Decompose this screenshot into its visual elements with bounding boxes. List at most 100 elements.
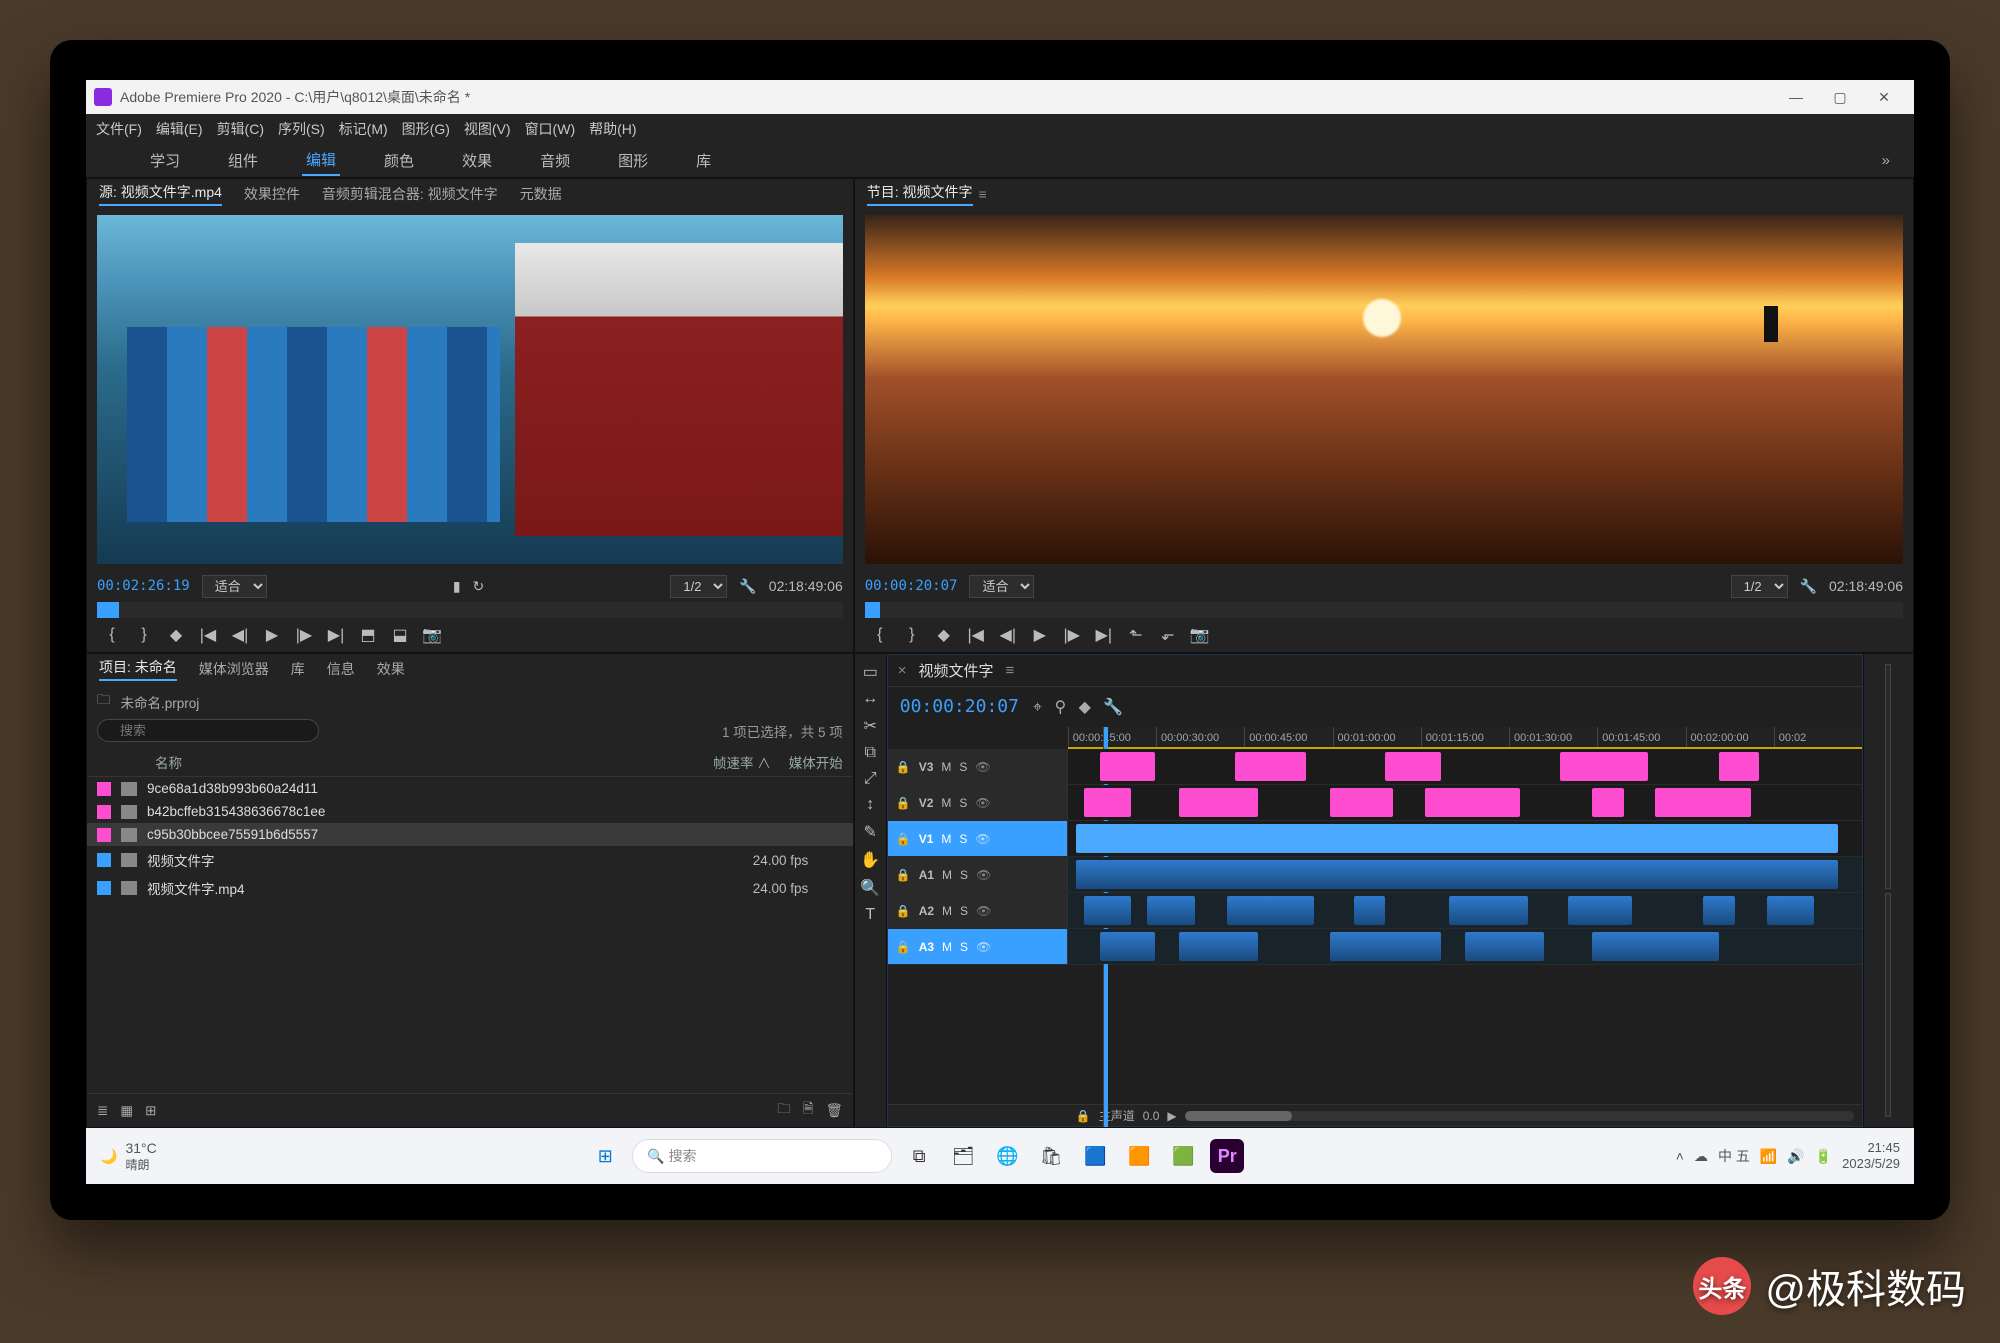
lock-icon[interactable] [896, 832, 911, 846]
new-bin-icon[interactable]: 🗀 [777, 1099, 791, 1122]
source-ratio-select[interactable]: 1/2 [670, 575, 727, 598]
taskbar-search[interactable]: 🔍 搜索 [632, 1139, 892, 1173]
clip[interactable] [1655, 788, 1750, 817]
maximize-button[interactable]: ▢ [1818, 89, 1862, 106]
mute-icon[interactable]: M [942, 868, 952, 882]
marker-icon[interactable]: ◆ [1079, 699, 1091, 716]
clip[interactable] [1330, 788, 1394, 817]
source-tab[interactable]: 效果控件 [244, 184, 300, 204]
taskbar-weather[interactable]: 🌙 31°C 晴朗 [100, 1140, 157, 1173]
timeline-tool[interactable]: ⤢ [864, 770, 877, 788]
marker-icon[interactable]: ◆ [933, 625, 955, 645]
project-tab[interactable]: 项目: 未命名 [99, 657, 177, 681]
clip[interactable] [1227, 896, 1314, 925]
workspace-tab[interactable]: 音频 [536, 146, 574, 175]
program-ratio-select[interactable]: 1/2 [1731, 575, 1788, 598]
track-header[interactable]: A1MS [888, 857, 1068, 892]
system-tray[interactable]: ˄ ☁ 中 五 📶 🔊 🔋 21:45 2023/5/29 [1676, 1140, 1900, 1171]
clip[interactable] [1084, 896, 1132, 925]
go-in-icon[interactable]: |◀ [197, 625, 219, 645]
solo-icon[interactable]: S [960, 868, 968, 882]
lock-icon[interactable] [896, 904, 911, 918]
timeline-hscroll[interactable] [1185, 1111, 1854, 1121]
source-tab[interactable]: 音频剪辑混合器: 视频文件字 [322, 184, 498, 204]
solo-icon[interactable]: S [959, 760, 967, 774]
lift-icon[interactable]: ⬑ [1125, 625, 1147, 645]
minimize-button[interactable]: — [1774, 89, 1818, 105]
clip[interactable] [1425, 788, 1520, 817]
wrench-icon[interactable]: 🔧 [739, 578, 756, 595]
tray-chevron-icon[interactable]: ˄ [1676, 1148, 1684, 1164]
track-lane[interactable] [1068, 929, 1862, 964]
eye-icon[interactable] [975, 832, 990, 846]
tray-battery-icon[interactable]: 🔋 [1815, 1148, 1832, 1165]
track-lane[interactable] [1068, 857, 1862, 892]
clip[interactable] [1465, 932, 1544, 961]
workspace-tab[interactable]: 学习 [146, 146, 184, 175]
mark-in-icon[interactable]: { [869, 626, 891, 644]
timeline-tool[interactable]: ⧉ [865, 744, 876, 762]
tray-wifi-icon[interactable]: 📶 [1760, 1148, 1777, 1165]
project-search-input[interactable] [97, 719, 319, 742]
mute-icon[interactable]: M [941, 760, 951, 774]
mute-icon[interactable]: M [941, 832, 951, 846]
insert-icon[interactable]: ⬒ [357, 625, 379, 645]
icon-view-icon[interactable]: ▦ [120, 1103, 133, 1119]
timeline-tool[interactable]: ↔ [862, 690, 878, 708]
new-item-icon[interactable]: 🗎 [803, 1099, 814, 1122]
lock-icon[interactable] [896, 796, 911, 810]
col-fps[interactable]: 帧速率 ∧ [713, 752, 771, 772]
menu-item[interactable]: 窗口(W) [525, 119, 576, 139]
mark-out-icon[interactable]: } [133, 626, 155, 644]
clip[interactable] [1076, 824, 1838, 853]
clip[interactable] [1568, 896, 1632, 925]
eye-icon[interactable] [975, 760, 990, 774]
export-frame-icon[interactable]: 📷 [421, 625, 443, 645]
sequence-menu-icon[interactable]: ≡ [1006, 662, 1015, 679]
clip[interactable] [1235, 752, 1306, 781]
clip[interactable] [1100, 932, 1156, 961]
marker-icon[interactable]: ◆ [165, 625, 187, 645]
track-header[interactable]: A2MS [888, 893, 1068, 928]
clip[interactable] [1100, 752, 1156, 781]
clip[interactable] [1076, 860, 1838, 889]
program-scrubber[interactable] [865, 602, 1903, 618]
timeline-tool[interactable]: T [865, 906, 875, 924]
lock-icon[interactable]: 🔒 [1076, 1109, 1091, 1123]
track-lane[interactable] [1068, 785, 1862, 820]
menu-item[interactable]: 序列(S) [278, 119, 325, 139]
menu-item[interactable]: 文件(F) [96, 119, 142, 139]
task-view-icon[interactable]: ⧉ [902, 1139, 936, 1173]
track-header[interactable]: V1MS [888, 821, 1068, 856]
project-row[interactable]: 视频文件字24.00 fps [87, 846, 853, 874]
app-icon-3[interactable]: 🟩 [1166, 1139, 1200, 1173]
timeline-tool[interactable]: 🔍 [860, 878, 880, 898]
explorer-icon[interactable]: 🗂 [946, 1139, 980, 1173]
mark-out-icon[interactable]: } [901, 626, 923, 644]
clip[interactable] [1084, 788, 1132, 817]
tray-onedrive-icon[interactable]: ☁ [1694, 1148, 1708, 1165]
menu-item[interactable]: 编辑(E) [156, 119, 203, 139]
clip[interactable] [1560, 752, 1647, 781]
extract-icon[interactable]: ⬐ [1157, 625, 1179, 645]
mute-icon[interactable]: M [942, 940, 952, 954]
list-view-icon[interactable]: ≣ [97, 1103, 108, 1119]
program-video[interactable] [865, 215, 1903, 564]
solo-icon[interactable]: S [959, 832, 967, 846]
bin-icon[interactable]: 🗀 [97, 690, 111, 713]
master-value[interactable]: 0.0 [1143, 1109, 1160, 1123]
premiere-icon[interactable]: Pr [1210, 1139, 1244, 1173]
loop-icon[interactable]: ↻ [473, 578, 485, 595]
workspace-tab[interactable]: 编辑 [302, 145, 340, 176]
timeline-tool[interactable]: ✂ [864, 716, 877, 736]
step-fwd-icon[interactable]: |▶ [293, 625, 315, 645]
sequence-close-icon[interactable]: × [898, 662, 907, 679]
app-icon-2[interactable]: 🟧 [1122, 1139, 1156, 1173]
track-header[interactable]: V2MS [888, 785, 1068, 820]
mute-icon[interactable]: M [941, 796, 951, 810]
menu-item[interactable]: 图形(G) [402, 119, 450, 139]
freeform-view-icon[interactable]: ⊞ [145, 1103, 156, 1119]
workspace-tab[interactable]: 图形 [614, 146, 652, 175]
solo-icon[interactable]: S [960, 940, 968, 954]
clip[interactable] [1592, 932, 1719, 961]
